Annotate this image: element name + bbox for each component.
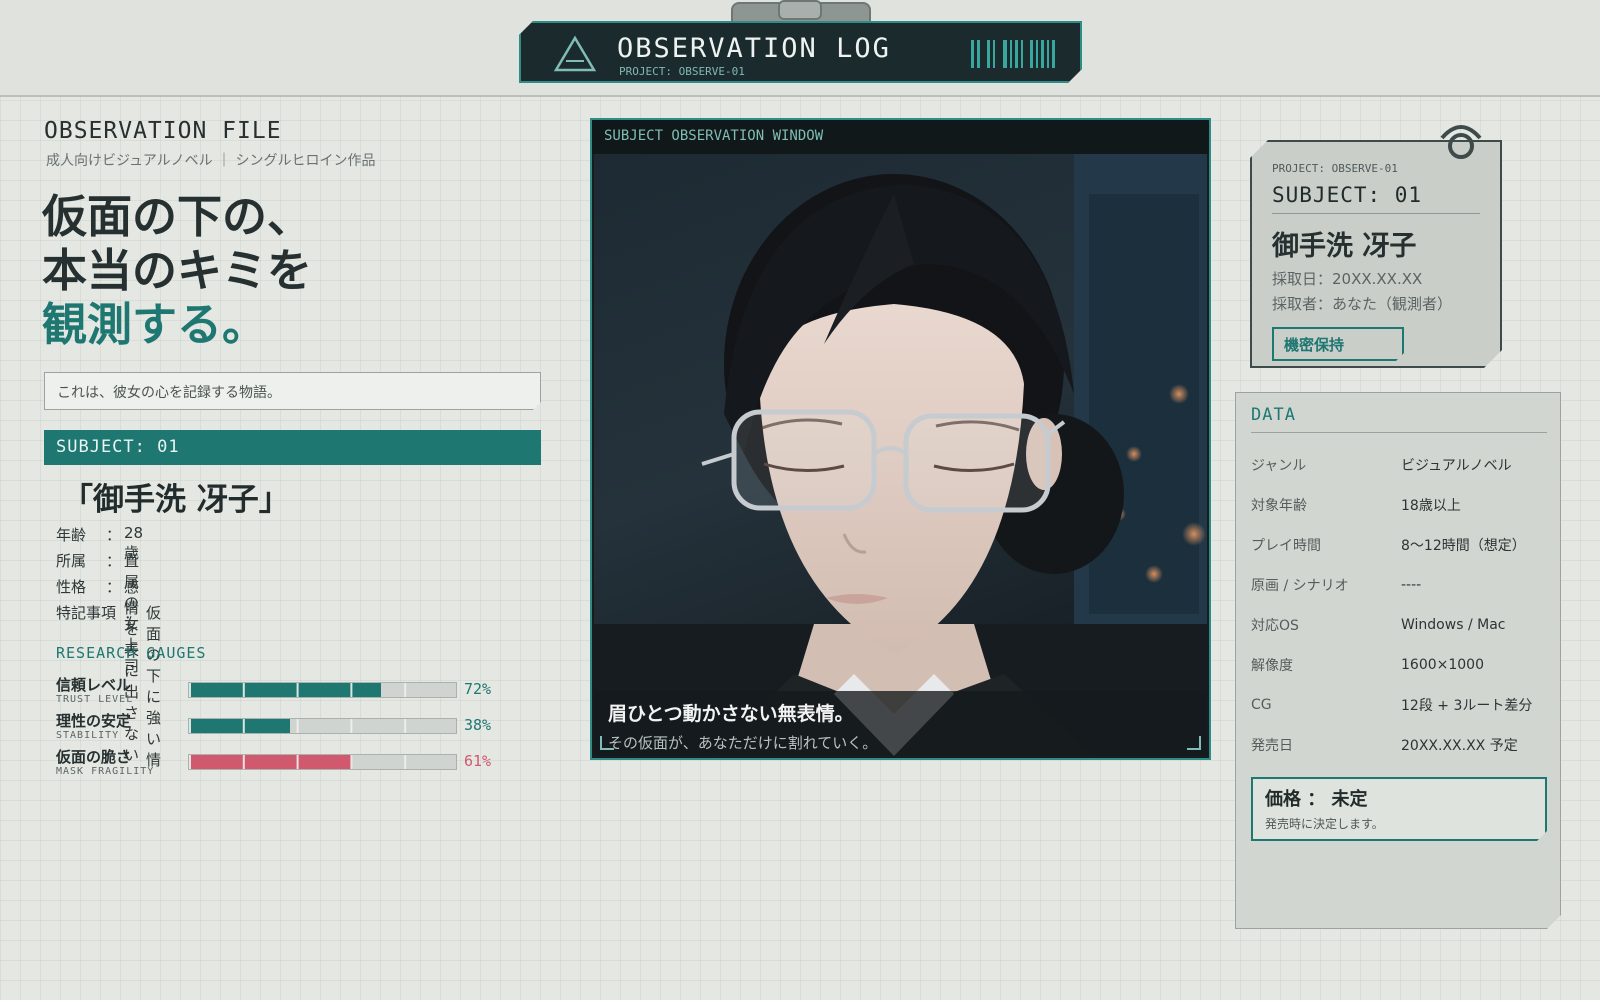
data-key: ジャンル xyxy=(1251,458,1307,474)
data-key: 対応OS xyxy=(1251,618,1299,634)
data-key: 対象年齢 xyxy=(1251,498,1307,514)
data-table: ジャンル ビジュアルノベル 対象年齢 18歳以上 プレイ時間 8～12時間（想定… xyxy=(1251,445,1547,765)
window-title: SUBJECT OBSERVATION WINDOW xyxy=(592,120,1209,154)
price-note: 発売時に決定します。 xyxy=(1265,817,1384,831)
gauge-sublabel: MASK FRAGILITY xyxy=(56,766,155,777)
data-row: 発売日 20XX.XX.XX 予定 xyxy=(1251,725,1547,765)
heroine-name: 「御手洗 冴子」 xyxy=(62,482,290,518)
profile-list: 年齢 ： 28歳 所属 ： 直属の女上司 性格 ： 感情を表に出さない 特記事項… xyxy=(56,524,161,769)
subject-id-card: PROJECT: OBSERVE-01 SUBJECT: 01 御手洗 冴子 採… xyxy=(1250,140,1502,368)
header-project: PROJECT: OBSERVE-01 xyxy=(619,65,745,78)
headline: 仮面の下の、 本当のキミを 観測する。 xyxy=(42,190,312,352)
clipboard-clip-knob xyxy=(778,0,822,20)
price-label: 価格 ： 未定 xyxy=(1265,789,1368,810)
dialogue-caption: 眉ひとつ動かさない無表情。 その仮面が、あなただけに割れていく。 xyxy=(594,691,1207,756)
data-row: プレイ時間 8～12時間（想定） xyxy=(1251,525,1547,565)
data-row: ジャンル ビジュアルノベル xyxy=(1251,445,1547,485)
profile-row-notes: 特記事項 ： 仮面の下に強い情 xyxy=(56,602,161,769)
confidential-badge: 機密保持 xyxy=(1272,327,1404,361)
frame-corner-icon xyxy=(1187,736,1201,750)
portrait-illustration xyxy=(594,154,1207,756)
genre-subtitle: 成人向けビジュアルノベル ｜ シングルヒロイン作品 xyxy=(46,153,376,169)
header-title: OBSERVATION LOG xyxy=(617,33,891,64)
gauge-sublabel: TRUST LEVEL xyxy=(56,694,134,705)
data-row: 原画 / シナリオ ---- xyxy=(1251,565,1547,605)
top-bar: OBSERVATION LOG PROJECT: OBSERVE-01 xyxy=(0,0,1600,97)
data-key: 発売日 xyxy=(1251,738,1293,754)
data-row: CG 12段 + 3ルート差分 xyxy=(1251,685,1547,725)
data-value: 20XX.XX.XX 予定 xyxy=(1401,738,1518,754)
gauge-trust: 信頼レベル TRUST LEVEL 72% xyxy=(56,674,516,708)
subject-band: SUBJECT: 01 xyxy=(44,430,541,465)
profile-separator: ： xyxy=(106,552,122,570)
data-value: 1600×1000 xyxy=(1401,657,1484,673)
gauge-percent: 61% xyxy=(464,752,492,770)
gauge-ticks xyxy=(189,683,456,697)
headline-line-1: 仮面の下の、 xyxy=(42,190,313,243)
profile-separator: ： xyxy=(106,578,122,596)
data-title: DATA xyxy=(1251,405,1547,433)
card-subject: SUBJECT: 01 xyxy=(1272,183,1480,214)
profile-row-personality: 性格 ： 感情を表に出さない xyxy=(56,576,139,764)
gauge-percent: 38% xyxy=(464,716,492,734)
triangle-logo-icon xyxy=(553,35,597,73)
gauge-stability: 理性の安定 STABILITY 38% xyxy=(56,710,516,744)
gauge-percent: 72% xyxy=(464,680,492,698)
profile-row-affiliation: 所属 ： 直属の女上司 xyxy=(56,550,139,675)
data-key: プレイ時間 xyxy=(1251,538,1321,554)
data-key: CG xyxy=(1251,697,1272,713)
profile-key: 特記事項 xyxy=(56,604,117,622)
data-row: 解像度 1600×1000 xyxy=(1251,645,1547,685)
gauge-label: 信頼レベル xyxy=(56,676,132,694)
card-meta: 採取日：20XX.XX.XX 採取者：あなた（観測者） xyxy=(1272,267,1480,317)
price-box: 価格 ： 未定 発売時に決定します。 xyxy=(1251,777,1547,841)
card-ring-icon xyxy=(1440,125,1482,159)
frame-corner-icon xyxy=(600,736,614,750)
card-date: 採取日：20XX.XX.XX xyxy=(1272,270,1423,288)
gauge-track xyxy=(188,682,457,698)
profile-key: 年齢 xyxy=(56,526,87,544)
subject-portrait-image xyxy=(594,154,1207,756)
gauge-track xyxy=(188,718,457,734)
profile-separator: ： xyxy=(124,604,140,622)
headline-line-3: 観測する。 xyxy=(42,298,268,351)
tagline-box: これは、彼女の心を記録する物語。 xyxy=(44,372,541,410)
profile-key: 所属 xyxy=(56,552,87,570)
headline-line-2: 本当のキミを xyxy=(42,244,313,297)
card-name: 御手洗 冴子 xyxy=(1272,231,1417,262)
profile-key: 性格 xyxy=(56,578,87,596)
data-value: 18歳以上 xyxy=(1401,498,1461,514)
research-gauges-title: RESEARCH GAUGES xyxy=(56,644,207,662)
gauge-label: 仮面の脆さ xyxy=(56,748,132,766)
observation-log-header: OBSERVATION LOG PROJECT: OBSERVE-01 xyxy=(519,21,1082,83)
observation-file-label: OBSERVATION FILE xyxy=(44,118,282,144)
data-row: 対応OS Windows / Mac xyxy=(1251,605,1547,645)
gauge-sublabel: STABILITY xyxy=(56,730,120,741)
data-value: 12段 + 3ルート差分 xyxy=(1401,698,1533,714)
gauge-ticks xyxy=(189,755,456,769)
data-panel: DATA ジャンル ビジュアルノベル 対象年齢 18歳以上 プレイ時間 8～12… xyxy=(1235,392,1561,929)
card-collector: 採取者：あなた（観測者） xyxy=(1272,295,1453,313)
data-value: 8～12時間（想定） xyxy=(1401,538,1526,554)
gauge-mask-fragility: 仮面の脆さ MASK FRAGILITY 61% xyxy=(56,746,516,780)
data-key: 原画 / シナリオ xyxy=(1251,578,1349,594)
caption-sub: その仮面が、あなただけに割れていく。 xyxy=(608,734,878,752)
barcode-icon xyxy=(971,40,1055,68)
subject-observation-window: SUBJECT OBSERVATION WINDOW 眉ひとつ動かさない無表情。… xyxy=(590,118,1211,760)
gauge-track xyxy=(188,754,457,770)
data-row: 対象年齢 18歳以上 xyxy=(1251,485,1547,525)
gauge-ticks xyxy=(189,719,456,733)
data-value: ビジュアルノベル xyxy=(1401,458,1512,474)
data-value: Windows / Mac xyxy=(1401,617,1506,633)
data-key: 解像度 xyxy=(1251,658,1293,674)
profile-separator: ： xyxy=(106,526,122,544)
caption-main: 眉ひとつ動かさない無表情。 xyxy=(608,703,854,725)
gauge-label: 理性の安定 xyxy=(56,712,132,730)
data-value: ---- xyxy=(1401,577,1422,593)
profile-row-age: 年齢 ： 28歳 xyxy=(56,524,143,562)
